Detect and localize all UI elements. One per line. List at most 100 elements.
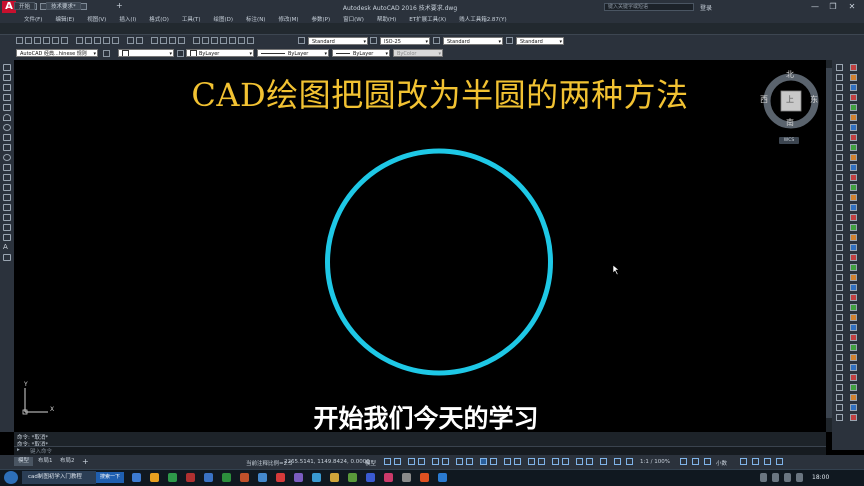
transparency-icon[interactable]: [504, 458, 511, 465]
dim-style-dropdown[interactable]: ISO-25: [380, 37, 430, 45]
hardware-acceleration-icon[interactable]: [752, 458, 759, 465]
units-readout[interactable]: 小数: [716, 459, 727, 467]
taskbar-browser-app[interactable]: cad制图初学入门教程: [22, 471, 96, 484]
make-block-icon[interactable]: [3, 184, 11, 191]
hatch-icon[interactable]: [3, 204, 11, 211]
linetype-dropdown[interactable]: ByLayer: [257, 49, 329, 57]
viewcube-south-label[interactable]: 南: [786, 117, 794, 128]
dim-style-icon[interactable]: [370, 37, 377, 44]
menu-insert[interactable]: 插入(I): [119, 15, 136, 23]
array-icon[interactable]: [836, 84, 843, 91]
snap-node-icon[interactable]: [850, 284, 857, 291]
continue-dim-icon[interactable]: [836, 204, 843, 211]
snap-center-icon[interactable]: [850, 254, 857, 261]
snap-intersection-icon[interactable]: [836, 254, 843, 261]
viewcube-top-face[interactable]: 上: [786, 94, 794, 105]
trim-icon[interactable]: [850, 104, 857, 111]
rectangle-icon[interactable]: [3, 104, 11, 111]
tolerance-icon[interactable]: [850, 204, 857, 211]
taskbar-ppt-icon[interactable]: [240, 473, 249, 482]
grid-toggle-icon[interactable]: [384, 458, 391, 465]
table-style-dropdown[interactable]: Standard: [443, 37, 503, 45]
annotation-scale-icon[interactable]: [600, 458, 607, 465]
ortho-toggle-icon[interactable]: [432, 458, 439, 465]
menu-draw[interactable]: 绘图(D): [214, 15, 234, 23]
lineweight-toggle-icon[interactable]: [490, 458, 497, 465]
menu-tools[interactable]: 工具(T): [182, 15, 201, 23]
layer-lock-icon[interactable]: [836, 334, 843, 341]
taskbar-search-button[interactable]: 搜索一下: [96, 472, 124, 483]
polyline-icon[interactable]: [3, 84, 11, 91]
properties-icon[interactable]: [193, 37, 200, 44]
make-current-layer-icon[interactable]: [177, 50, 184, 57]
tab-layout2[interactable]: 布局2: [56, 457, 79, 466]
menu-format[interactable]: 格式(O): [149, 15, 169, 23]
dynamic-input-icon[interactable]: [418, 458, 425, 465]
lineweight-dropdown[interactable]: ByLayer: [332, 49, 390, 57]
snap-nearest-icon[interactable]: [836, 294, 843, 301]
plotstyle-dropdown[interactable]: ByColor: [393, 49, 443, 57]
menu-file[interactable]: 文件(F): [24, 15, 42, 23]
diameter-dim-icon[interactable]: [836, 184, 843, 191]
sheet-set-icon[interactable]: [220, 37, 227, 44]
layer-unisolate-icon[interactable]: [850, 314, 857, 321]
selection-filter-icon[interactable]: [552, 458, 559, 465]
dynamic-ucs-icon[interactable]: [538, 458, 545, 465]
text-style-dropdown[interactable]: Standard: [308, 37, 368, 45]
lock-ui-icon[interactable]: [704, 458, 711, 465]
layer-match-icon[interactable]: [836, 344, 843, 351]
snap-perpendicular-icon[interactable]: [836, 274, 843, 281]
region-icon[interactable]: [3, 224, 11, 231]
menu-modify[interactable]: 修改(M): [278, 15, 298, 23]
tool-palettes-icon[interactable]: [211, 37, 218, 44]
taskbar-settings-icon[interactable]: [402, 473, 411, 482]
taskbar-explorer-icon[interactable]: [132, 473, 141, 482]
taskbar-word-icon[interactable]: [204, 473, 213, 482]
command-line-input[interactable]: [14, 446, 826, 455]
explode-icon[interactable]: [850, 144, 857, 151]
taskbar-tool-icon[interactable]: [348, 473, 357, 482]
snap-toggle-icon[interactable]: [394, 458, 401, 465]
layer-delete-icon[interactable]: [836, 364, 843, 371]
camera-icon[interactable]: [836, 394, 843, 401]
customization-icon[interactable]: [776, 458, 783, 465]
dim-update-icon[interactable]: [836, 234, 843, 241]
taskbar-ie-icon[interactable]: [366, 473, 375, 482]
offset-icon[interactable]: [850, 74, 857, 81]
insert-block-icon[interactable]: [3, 174, 11, 181]
publish-icon[interactable]: [61, 37, 68, 44]
center-mark-icon[interactable]: [836, 214, 843, 221]
radius-dim-icon[interactable]: [836, 174, 843, 181]
taskbar-notes-icon[interactable]: [330, 473, 339, 482]
menu-dimension[interactable]: 标注(N): [246, 15, 265, 23]
zoom-window-icon[interactable]: [169, 37, 176, 44]
taskbar-chat-icon[interactable]: [312, 473, 321, 482]
text-style-icon[interactable]: [298, 37, 305, 44]
menu-help[interactable]: 帮助(H): [377, 15, 396, 23]
layer-dropdown[interactable]: [118, 49, 174, 57]
fly-icon[interactable]: [836, 404, 843, 411]
help-search-input[interactable]: 键入关键字或短语: [604, 3, 694, 11]
mleader-style-icon[interactable]: [506, 37, 513, 44]
construction-line-icon[interactable]: [3, 74, 11, 81]
taskbar-autocad-icon[interactable]: [276, 473, 285, 482]
snap-tangent-icon[interactable]: [850, 264, 857, 271]
visual-styles-icon[interactable]: [850, 404, 857, 411]
dim-text-edit-icon[interactable]: [850, 224, 857, 231]
layer-merge-icon[interactable]: [850, 354, 857, 361]
snap-none-icon[interactable]: [850, 294, 857, 301]
cyan-circle[interactable]: [325, 148, 553, 376]
design-center-icon[interactable]: [202, 37, 209, 44]
spline-icon[interactable]: [3, 144, 11, 151]
layer-states-icon[interactable]: [850, 364, 857, 371]
auto-scale-icon[interactable]: [586, 458, 593, 465]
tab-model[interactable]: 模型: [14, 457, 34, 466]
redo-toolbar-icon[interactable]: [136, 37, 143, 44]
close-window-button[interactable]: ✕: [843, 1, 861, 12]
line-tool-icon[interactable]: [3, 64, 11, 71]
add-selected-icon[interactable]: [3, 254, 11, 261]
polar-tracking-icon[interactable]: [442, 458, 449, 465]
viewcube-west-label[interactable]: 西: [760, 94, 768, 105]
snap-insert-icon[interactable]: [836, 284, 843, 291]
point-icon[interactable]: [3, 194, 11, 201]
